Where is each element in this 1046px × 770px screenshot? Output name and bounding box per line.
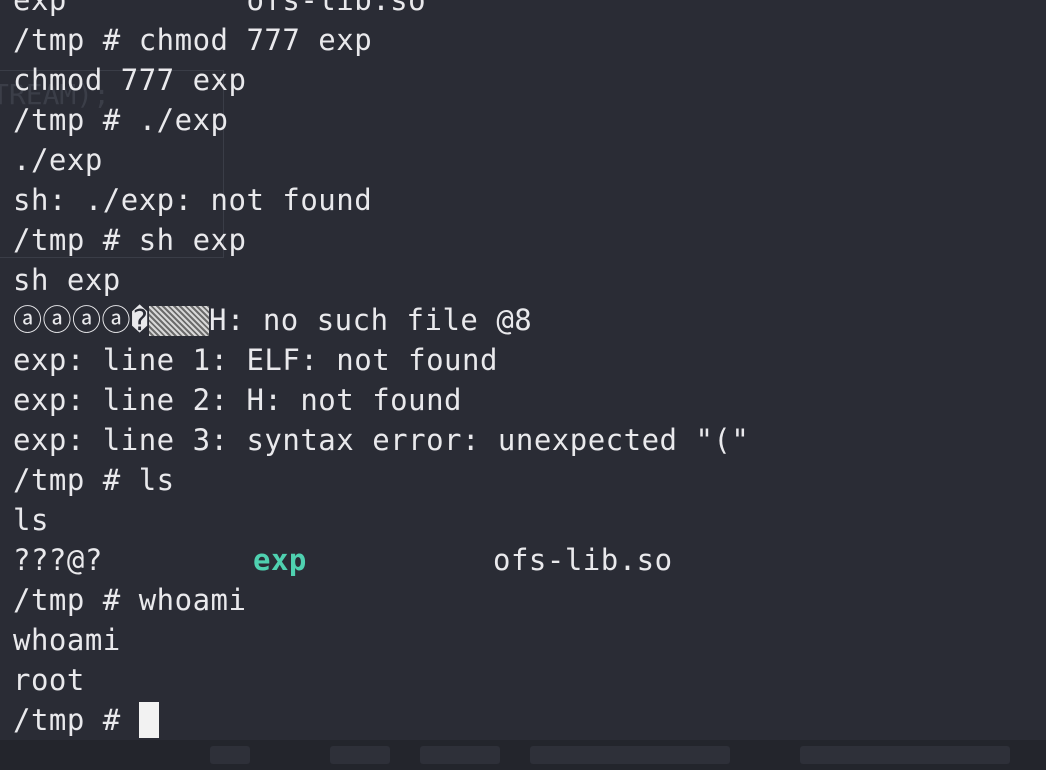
command-line: /tmp # chmod 777 exp <box>13 23 373 57</box>
output-line: ./exp <box>13 143 103 177</box>
error-line: exp: line 1: ELF: not found <box>13 343 498 377</box>
active-prompt-line[interactable]: /tmp # <box>13 700 749 740</box>
garbled-output-line: ⓐⓐⓐⓐ� H: no such file @8 <box>13 300 749 340</box>
output-line: root <box>13 663 85 697</box>
garbled-prefix: ⓐⓐⓐⓐ� <box>13 303 149 337</box>
output-line: sh exp <box>13 263 121 297</box>
taskbar-item <box>530 746 730 764</box>
executable-file-entry: exp <box>253 543 307 577</box>
command-line: /tmp # sh exp <box>13 223 247 257</box>
terminal-output: exp ofs-lib.so /tmp # chmod 777 exp chmo… <box>13 0 749 740</box>
garbled-suffix: H: no such file @8 <box>208 303 533 337</box>
command-line: /tmp # ./exp <box>13 103 229 137</box>
terminal-window[interactable]: TREAM); exp ofs-lib.so /tmp # chmod 777 … <box>0 0 1046 740</box>
taskbar-item <box>800 746 1010 764</box>
output-line: exp ofs-lib.so <box>13 0 427 17</box>
taskbar-item <box>210 746 250 764</box>
text-cursor[interactable] <box>138 702 159 738</box>
command-line: /tmp # ls <box>13 463 175 497</box>
error-line: sh: ./exp: not found <box>13 183 373 217</box>
bottom-taskbar-strip <box>0 740 1046 770</box>
ls-listing-line: ???@? exp ofs-lib.so <box>13 540 749 580</box>
taskbar-item <box>420 746 500 764</box>
taskbar-item <box>330 746 390 764</box>
output-line: whoami <box>13 623 121 657</box>
file-entry: ???@? <box>13 543 103 577</box>
error-line: exp: line 3: syntax error: unexpected "(… <box>13 423 750 457</box>
prompt: /tmp # <box>13 703 139 737</box>
output-line: ls <box>13 503 49 537</box>
error-line: exp: line 2: H: not found <box>13 383 462 417</box>
file-entry: ofs-lib.so <box>493 543 673 577</box>
output-line: chmod 777 exp <box>13 63 247 97</box>
command-line: /tmp # whoami <box>13 583 247 617</box>
binary-garbage-block <box>148 306 209 336</box>
